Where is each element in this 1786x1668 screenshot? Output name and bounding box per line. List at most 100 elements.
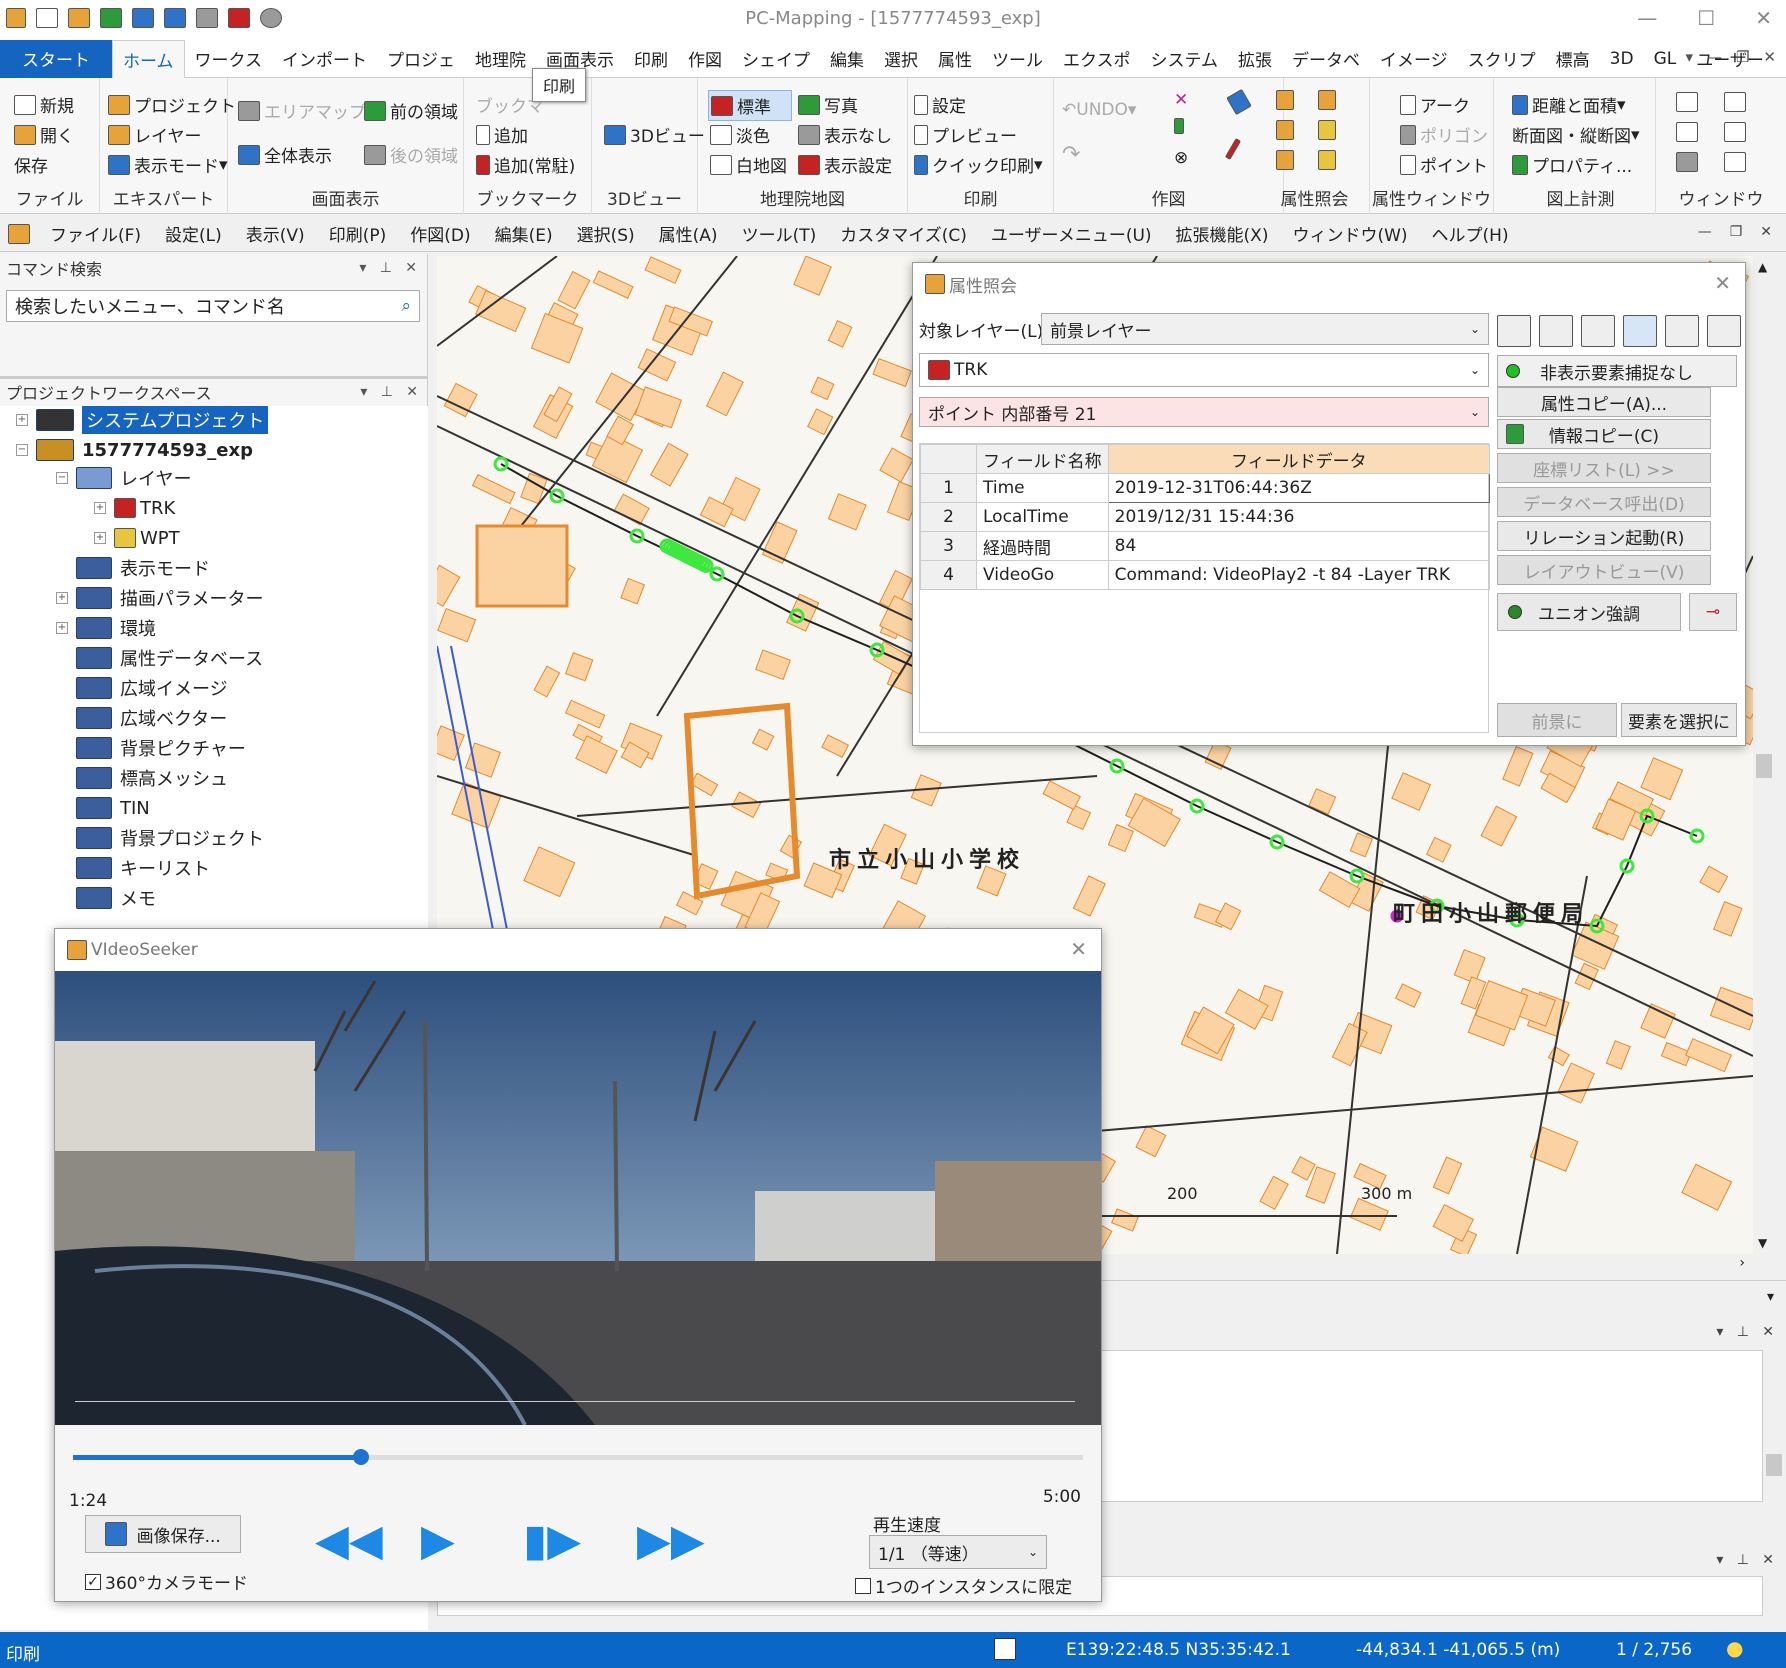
tree-item-7[interactable]: +標高メッシュ — [56, 764, 228, 792]
attr-dialog-close-icon[interactable]: ✕ — [1714, 271, 1731, 295]
pen-icon[interactable] — [1224, 137, 1242, 161]
attr-tool-percent-icon[interactable] — [1539, 315, 1573, 347]
play-icon[interactable]: ▶ — [421, 1519, 455, 1563]
select-element-button[interactable]: 要素を選択に — [1621, 703, 1737, 737]
map-vscroll-thumb[interactable] — [1756, 754, 1772, 778]
output-panel2-controls-icon[interactable]: ▾ ⊥ ✕ — [1716, 1552, 1774, 1568]
rewind-icon[interactable]: ◀◀ — [315, 1519, 383, 1563]
output-vscroll[interactable] — [1763, 1350, 1785, 1502]
tile-v-icon[interactable] — [1724, 122, 1746, 142]
bookmark-add-button[interactable]: 追加 — [476, 122, 528, 147]
project-button[interactable]: プロジェクト — [108, 92, 236, 117]
section-button[interactable]: 断面図・縦断図 ▾ — [1512, 122, 1640, 148]
tab-22[interactable]: GL — [1644, 40, 1687, 78]
pin-icon[interactable] — [1174, 118, 1188, 134]
attr-row[interactable]: 2 LocalTime 2019/12/31 15:44:36 — [920, 502, 1491, 532]
tree-item-1[interactable]: + 描画パラメーター — [56, 584, 263, 612]
target-layer-select[interactable]: 前景レイヤー ⌄ — [1041, 313, 1489, 345]
copy-info-button[interactable]: 情報コピー(C) — [1497, 419, 1711, 449]
menu-item-1[interactable]: 設定(L) — [165, 221, 222, 246]
cmd-search-input[interactable]: 検索したいメニュー、コマンド名 — [15, 293, 285, 319]
arrange-icon[interactable] — [1676, 152, 1698, 172]
tab-20[interactable]: 標高 — [1546, 40, 1600, 78]
scroll-right-icon[interactable]: › — [1739, 1255, 1745, 1271]
minimize-icon[interactable]: — — [1637, 6, 1657, 30]
fast-forward-icon[interactable]: ▶▶ — [637, 1519, 705, 1563]
ribbon-minimize-icon[interactable]: — — [1707, 48, 1722, 66]
tab-18[interactable]: イメージ — [1370, 40, 1458, 78]
field-data[interactable]: 2019/12/31 15:44:36 — [1107, 502, 1491, 532]
open-button[interactable]: 開く — [14, 122, 74, 147]
save-button[interactable]: 保存 — [14, 152, 48, 177]
bookmark-add-resident-button[interactable]: 追加(常駐) — [476, 152, 575, 177]
menu-item-13[interactable]: ヘルプ(H) — [1432, 221, 1509, 246]
tree-system-project[interactable]: + システムプロジェクト — [16, 406, 269, 434]
tab-2[interactable]: ワークス — [185, 40, 273, 78]
layer-button[interactable]: レイヤー — [108, 122, 202, 147]
tab-9[interactable]: シェイプ — [732, 40, 820, 78]
menu-item-7[interactable]: 属性(A) — [659, 221, 718, 246]
step-forward-icon[interactable]: ▮▶ — [523, 1519, 581, 1563]
menu-item-4[interactable]: 作図(D) — [410, 221, 470, 246]
tab-11[interactable]: 選択 — [874, 40, 928, 78]
area-map-button[interactable]: エリアマップ — [238, 98, 366, 123]
panel-down-icon[interactable]: ▾ — [1767, 1289, 1774, 1305]
scroll-up-icon[interactable]: ▲ — [1758, 260, 1767, 274]
tree-item-4[interactable]: +広域イメージ — [56, 674, 228, 702]
quick-print-button[interactable]: クイック印刷 ▾ — [914, 152, 1043, 177]
print-settings-button[interactable]: 設定 — [914, 92, 966, 117]
3dview-button[interactable]: 3Dビュー — [604, 122, 705, 147]
menu-item-9[interactable]: カスタマイズ(C) — [840, 221, 967, 246]
tab-4[interactable]: プロジェ — [377, 40, 465, 78]
tile-h-icon[interactable] — [1676, 122, 1698, 142]
close-icon[interactable]: ✕ — [1755, 6, 1772, 30]
tab-5[interactable]: 地理院 — [465, 40, 536, 78]
expand-icon[interactable]: + — [94, 502, 106, 514]
menu-item-5[interactable]: 編集(E) — [495, 221, 553, 246]
front-button[interactable]: 前景に — [1497, 703, 1617, 737]
map-vscroll[interactable]: ▲ ▼ — [1753, 256, 1775, 1254]
tab-1[interactable]: ホーム — [112, 39, 185, 78]
expand-icon[interactable]: + — [94, 532, 106, 544]
lightbulb-icon[interactable]: ● — [1726, 1636, 1743, 1660]
attr-arc-button[interactable]: アーク — [1400, 92, 1470, 117]
undo-button[interactable]: ↶ UNDO ▾ — [1062, 100, 1136, 120]
union-highlight-button[interactable]: ユニオン強調 — [1497, 593, 1681, 631]
attr-tool-list-icon[interactable] — [1581, 315, 1615, 347]
copy-attr-button[interactable]: 属性コピー(A)... — [1497, 387, 1711, 417]
hand-icon[interactable] — [1707, 315, 1741, 347]
output-vscroll-thumb[interactable] — [1766, 1454, 1782, 1476]
next-area-button[interactable]: 後の領域 — [364, 142, 458, 167]
attr-tool-points-icon[interactable] — [1623, 315, 1657, 347]
tab-17[interactable]: データベ — [1282, 40, 1370, 78]
field-data[interactable]: 2019-12-31T06:44:36Z — [1107, 473, 1491, 503]
tab-12[interactable]: 属性 — [928, 40, 982, 78]
gsi-pale-button[interactable]: 淡色 — [710, 122, 770, 147]
cmd-search-box[interactable]: 検索したいメニュー、コマンド名 ⌕ — [6, 290, 420, 322]
display-mode-button[interactable]: 表示モード ▾ — [108, 152, 228, 177]
menu-item-12[interactable]: ウィンドウ(W) — [1292, 221, 1407, 246]
prev-area-button[interactable]: 前の領域 — [364, 98, 458, 123]
menu-item-2[interactable]: 表示(V) — [246, 221, 305, 246]
split-icon[interactable] — [1724, 152, 1746, 172]
field-data[interactable]: Command: VideoPlay2 -t 84 -Layer TRK — [1107, 560, 1491, 590]
video-close-icon[interactable]: ✕ — [1070, 937, 1087, 961]
attr-box-icon[interactable] — [1318, 120, 1336, 140]
attr-tool-label-icon[interactable] — [1497, 315, 1531, 347]
tab-10[interactable]: 編集 — [820, 40, 874, 78]
element-select[interactable]: ポイント 内部番号 21 ⌄ — [919, 397, 1489, 427]
gsi-standard-button[interactable]: 標準 — [708, 90, 792, 121]
tree-layer[interactable]: − レイヤー — [56, 464, 191, 492]
attr-flag-icon[interactable] — [1276, 90, 1294, 110]
menu-item-0[interactable]: ファイル(F) — [50, 221, 141, 246]
video-seek-thumb[interactable] — [352, 1449, 369, 1465]
ribbon-restore-icon[interactable]: ❐ — [1736, 48, 1749, 66]
cascade-icon[interactable] — [1676, 92, 1698, 112]
menu-item-6[interactable]: 選択(S) — [577, 221, 635, 246]
search-icon[interactable]: ⌕ — [401, 296, 411, 316]
gsi-settings-button[interactable]: 表示設定 — [798, 152, 892, 177]
tree-item-10[interactable]: +キーリスト — [56, 854, 210, 882]
attr-table-icon[interactable] — [1276, 150, 1294, 170]
checkbox-unchecked-icon[interactable] — [855, 1577, 871, 1594]
node-icon[interactable]: ⊗ — [1174, 148, 1188, 168]
